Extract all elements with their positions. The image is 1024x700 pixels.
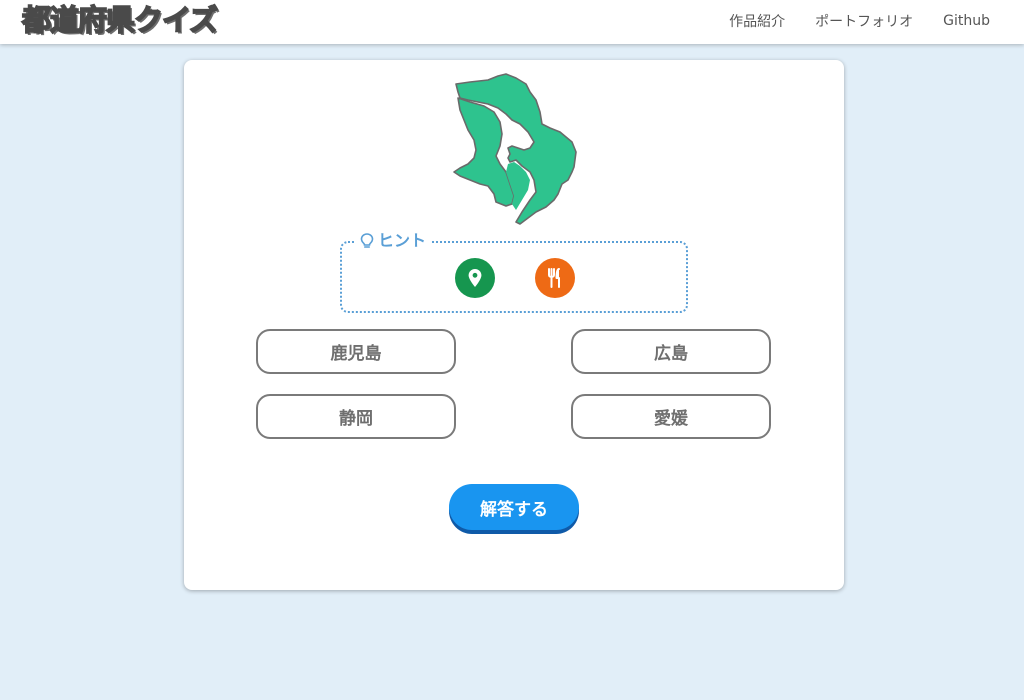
choice-button-2[interactable]: 広島 — [571, 329, 771, 374]
choice-button-1[interactable]: 鹿児島 — [256, 329, 456, 374]
choice-button-3[interactable]: 静岡 — [256, 394, 456, 439]
nav-link-portfolio[interactable]: ポートフォリオ — [815, 11, 913, 31]
fork-knife-icon — [548, 268, 560, 288]
main-nav: 作品紹介 ポートフォリオ Github — [729, 0, 990, 42]
location-hint-button[interactable] — [455, 258, 495, 298]
lightbulb-icon — [360, 233, 374, 248]
submit-answer-button[interactable]: 解答する — [449, 484, 579, 530]
nav-link-github[interactable]: Github — [943, 13, 990, 29]
hint-label-text: ヒント — [378, 231, 427, 250]
prefecture-map — [453, 73, 577, 225]
choice-button-4[interactable]: 愛媛 — [571, 394, 771, 439]
logo-part-1: 都 — [21, 2, 52, 38]
food-hint-button[interactable] — [535, 258, 575, 298]
logo-part-2: 道 — [49, 2, 80, 38]
hint-label: ヒント — [354, 231, 433, 251]
header: 都道府県クイズ 作品紹介 ポートフォリオ Github — [0, 0, 1024, 44]
logo[interactable]: 都道府県クイズ — [21, 2, 219, 38]
quiz-card: ヒント 鹿児島 広島 静岡 愛媛 解答する — [184, 60, 844, 590]
nav-link-works[interactable]: 作品紹介 — [729, 11, 785, 31]
logo-part-3: 府県クイズ — [77, 2, 219, 38]
location-pin-icon — [468, 269, 482, 287]
hint-box: ヒント — [340, 231, 688, 313]
